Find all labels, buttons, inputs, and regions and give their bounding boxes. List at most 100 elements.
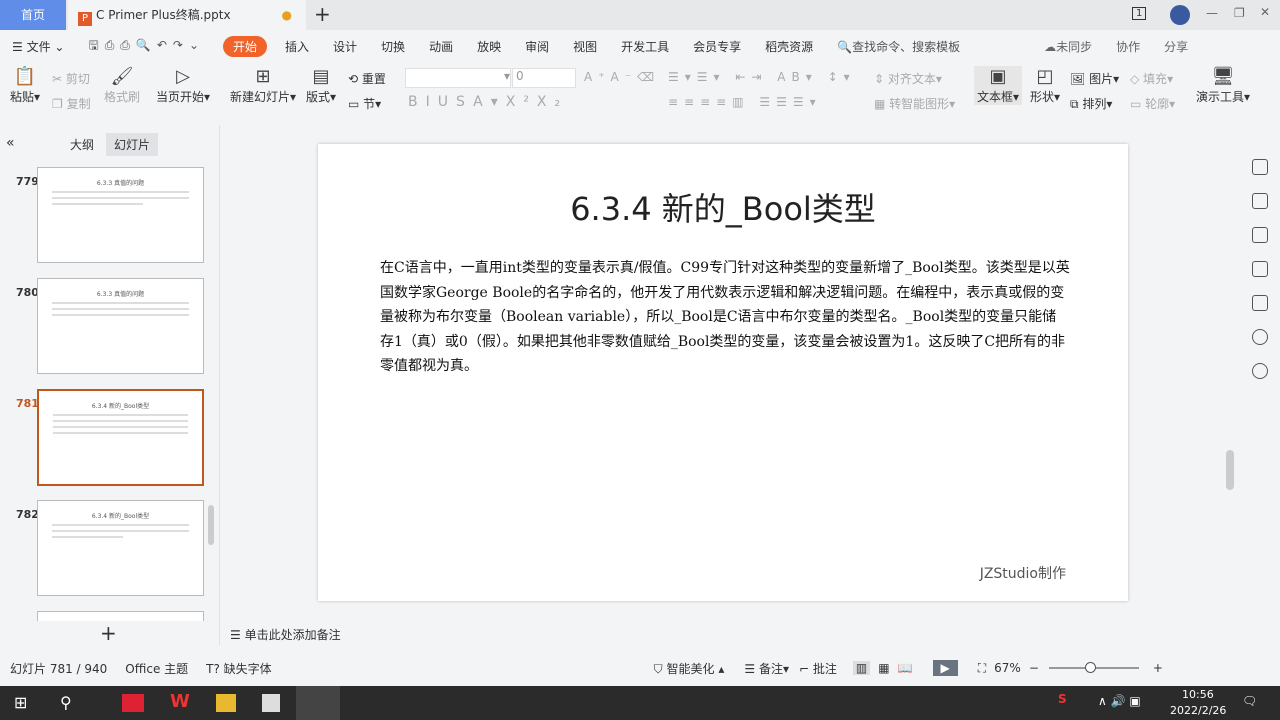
font-size-controls[interactable]: A⁺A⁻⌫ [584, 70, 660, 84]
notes-toggle[interactable]: ☰ 备注▾ [744, 660, 789, 677]
restore-icon[interactable]: ❐ [1234, 6, 1245, 20]
hamburger-icon[interactable]: ☰ 文件 ⌄ [0, 38, 76, 55]
text-format-buttons[interactable]: BIUSA▾X²X₂ [408, 94, 568, 110]
fit-icon[interactable]: ⛶ [978, 661, 986, 676]
slide-canvas[interactable]: 6.3.4 新的_Bool类型 在C语言中，一直用int类型的变量表示真/假值。… [318, 144, 1128, 601]
help-icon[interactable] [1252, 363, 1268, 379]
notification-icon[interactable]: 🗨 [1242, 694, 1257, 708]
menu-item-insert[interactable]: 插入 [273, 38, 321, 55]
slide-thumbnail[interactable]: 6.3.3 真值的问题 [37, 167, 204, 263]
sogou-ime-icon[interactable]: S [1058, 692, 1067, 706]
windows-start-icon[interactable]: ⊞ [14, 693, 27, 712]
shape-button[interactable]: ◰ 形状▾ [1030, 66, 1060, 105]
play-from-current-button[interactable]: ▷ 当页开始▾ [156, 66, 210, 105]
slideshow-play-button[interactable]: ▶ [932, 660, 958, 676]
section-button[interactable]: ▭ 节▾ [348, 95, 381, 112]
menu-item-review[interactable]: 审阅 [513, 38, 561, 55]
missing-font-button[interactable]: T? 缺失字体 [206, 660, 272, 677]
presentation-tools-button[interactable]: 🖥 演示工具▾ [1196, 66, 1250, 105]
cut-button[interactable]: ✂ 剪切 [52, 70, 90, 87]
zoom-slider-handle[interactable] [1084, 662, 1096, 673]
collapse-panel-icon[interactable]: « [6, 135, 15, 151]
tab-outline[interactable]: 大纲 [70, 136, 94, 153]
menu-item-developer[interactable]: 开发工具 [609, 38, 681, 55]
arrange-button[interactable]: ⧉ 排列▾ [1070, 95, 1112, 112]
menu-item-view[interactable]: 视图 [561, 38, 609, 55]
slide-thumbnail[interactable]: 6.3.4 新的_Bool类型 [37, 500, 204, 596]
menu-item-transition[interactable]: 切换 [369, 38, 417, 55]
tab-home[interactable]: 首页 [0, 0, 66, 30]
fill-button[interactable]: ◇ 填充▾ [1130, 70, 1173, 87]
slide-body-text[interactable]: 在C语言中，一直用int类型的变量表示真/假值。C99专门针对这种类型的变量新增… [380, 256, 1070, 379]
file-explorer-icon[interactable] [216, 694, 236, 712]
active-window-slot[interactable] [296, 686, 340, 720]
wps-app-icon[interactable]: W [170, 691, 190, 712]
comments-toggle[interactable]: ⌐ 批注 [799, 660, 837, 677]
menu-item-docer[interactable]: 稻壳资源 [753, 38, 825, 55]
location-icon[interactable] [1252, 329, 1268, 345]
smart-shape-button[interactable]: ▦ 转智能图形▾ [874, 95, 955, 112]
new-tab-button[interactable]: + [314, 2, 331, 26]
normal-view-icon[interactable]: ▥ [852, 661, 871, 675]
collab-button[interactable]: 协作 [1104, 38, 1152, 55]
paste-button[interactable]: 📋 粘贴▾ [10, 66, 40, 105]
sync-button[interactable]: ☁未同步 [1032, 38, 1104, 55]
list-buttons[interactable]: ☰▾☰▾ ⇤⇥ AB▾ ↕▾ [668, 70, 856, 84]
zoom-in-button[interactable]: + [1153, 661, 1163, 675]
menu-item-design[interactable]: 设计 [321, 38, 369, 55]
minimize-icon[interactable]: — [1206, 6, 1218, 20]
slide-title[interactable]: 6.3.4 新的_Bool类型 [318, 184, 1128, 230]
presentation-app-icon[interactable] [262, 694, 280, 712]
theme-name[interactable]: Office 主题 [125, 660, 188, 677]
reset-button[interactable]: ⟲ 重置 [348, 70, 386, 87]
slide-thumbnail[interactable]: 6.3.3 真值的问题 [37, 278, 204, 374]
menu-file[interactable]: 文件 [27, 40, 51, 54]
reading-view-icon[interactable]: 📖 [898, 661, 913, 675]
design-icon[interactable] [1252, 159, 1268, 175]
properties-icon[interactable] [1252, 193, 1268, 209]
tab-document[interactable]: P C Primer Plus终稿.pptx ● [68, 0, 306, 30]
add-slide-button[interactable]: + [100, 621, 117, 645]
canvas-scrollbar[interactable] [1226, 450, 1234, 490]
zoom-level[interactable]: 67% [994, 661, 1021, 675]
window-count-badge[interactable]: 1 [1132, 7, 1147, 20]
new-slide-button[interactable]: ⊞ 新建幻灯片▾ [230, 66, 296, 105]
tray-icons[interactable]: ∧ 🔊 ▣ [1098, 694, 1141, 708]
share-button[interactable]: 分享 [1152, 38, 1200, 55]
pdf-app-icon[interactable] [122, 694, 144, 712]
menu-item-home[interactable]: 开始 [223, 35, 268, 57]
menu-item-member[interactable]: 会员专享 [681, 38, 753, 55]
menu-item-animation[interactable]: 动画 [417, 38, 465, 55]
zoom-slider[interactable] [1048, 662, 1139, 673]
tab-slides[interactable]: 幻灯片 [106, 133, 159, 156]
picture-icon[interactable] [1252, 295, 1268, 311]
notes-area[interactable]: ☰ 单击此处添加备注 [222, 622, 1240, 648]
textbox-button[interactable]: ▣ 文本框▾ [974, 66, 1023, 105]
command-search[interactable]: 🔍查找命令、搜索模板 [825, 38, 972, 55]
clock-time[interactable]: 10:56 [1182, 688, 1214, 701]
search-icon[interactable]: ⚲ [60, 693, 72, 712]
clock-date[interactable]: 2022/2/26 [1170, 704, 1226, 717]
font-family-select[interactable]: ▾ [405, 68, 511, 88]
layout-button[interactable]: ▤ 版式▾ [306, 66, 336, 105]
beautify-button[interactable]: ⛉ 智能美化 ▴ [654, 660, 725, 677]
paragraph-align-buttons[interactable]: ≡≡≡≡▥ ☰☰☰▾ [668, 95, 822, 109]
sorter-view-icon[interactable]: ▦ [878, 661, 889, 675]
format-painter-button[interactable]: 🖌 格式刷 [104, 66, 140, 105]
panel-scrollbar[interactable] [208, 505, 214, 545]
animation-icon[interactable] [1252, 227, 1268, 243]
font-size-select[interactable]: 0 [512, 68, 576, 88]
slide-thumbnail-selected[interactable]: 6.3.4 新的_Bool类型 [37, 389, 204, 486]
slide-thumbnail[interactable] [37, 611, 204, 621]
close-icon[interactable]: ✕ [1260, 5, 1270, 19]
outline-button[interactable]: ▭ 轮廓▾ [1130, 95, 1175, 112]
avatar[interactable] [1170, 5, 1190, 25]
zoom-out-button[interactable]: − [1029, 661, 1039, 675]
slide-credit[interactable]: JZStudio制作 [980, 563, 1066, 583]
menu-item-slideshow[interactable]: 放映 [465, 38, 513, 55]
copy-button[interactable]: ❐ 复制 [52, 95, 91, 112]
align-text-button[interactable]: ⇕ 对齐文本▾ [874, 70, 942, 87]
quick-access-icons[interactable]: 🖫⎙⎙🔍↶↷⌄ [76, 36, 217, 57]
picture-button[interactable]: 🖼 图片▾ [1070, 70, 1119, 87]
transition-icon[interactable] [1252, 261, 1268, 277]
